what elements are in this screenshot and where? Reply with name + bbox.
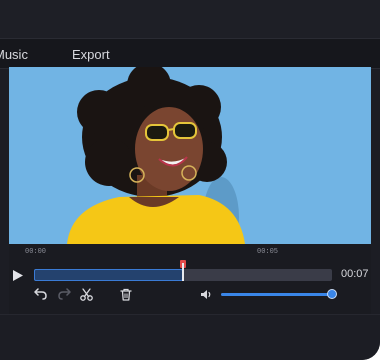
volume-slider-fill	[221, 293, 333, 296]
video-frame-image	[9, 67, 371, 244]
timeline-clip-progress	[34, 269, 183, 281]
current-time-label: 00:07	[341, 268, 369, 280]
redo-icon	[58, 288, 71, 300]
volume-slider-handle[interactable]	[327, 289, 337, 299]
redo-button[interactable]	[56, 286, 72, 302]
ruler-label-start: 00:00	[25, 248, 47, 256]
scissors-icon	[79, 287, 93, 301]
video-preview[interactable]	[9, 67, 371, 244]
playhead-line[interactable]	[182, 263, 184, 281]
volume-button[interactable]	[198, 286, 214, 302]
trash-icon	[120, 288, 132, 301]
ruler-label-mid: 00:05	[257, 248, 279, 256]
bottom-panel	[0, 314, 380, 360]
speaker-icon	[200, 289, 210, 299]
menu-item-music[interactable]: Music	[0, 47, 28, 62]
menu-item-export[interactable]: Export	[72, 47, 110, 62]
undo-icon	[34, 288, 47, 300]
volume-slider[interactable]	[221, 293, 333, 296]
title-bar	[0, 0, 380, 38]
delete-button[interactable]	[118, 286, 134, 302]
undo-button[interactable]	[33, 286, 49, 302]
play-button[interactable]	[10, 267, 26, 283]
time-ruler: 00:00 00:05	[9, 244, 371, 260]
menu-bar: Music Export	[0, 38, 380, 69]
editor-window: Music Export	[0, 0, 380, 360]
play-icon	[13, 269, 23, 281]
cut-button[interactable]	[78, 286, 94, 302]
